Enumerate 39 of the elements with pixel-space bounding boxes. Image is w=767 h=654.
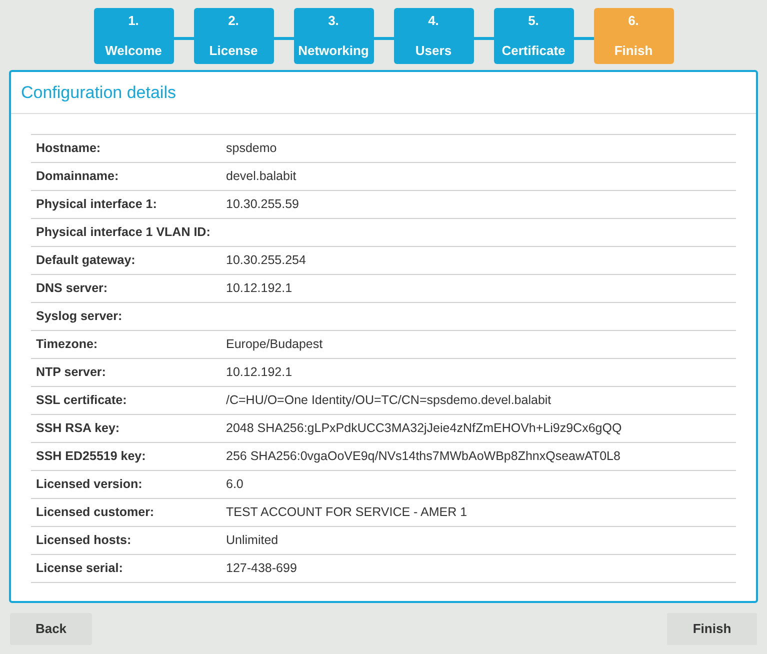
wizard-step[interactable]: 2. License — [194, 8, 274, 64]
field-value: 2048 SHA256:gLPxPdkUCC3MA32jJeie4zNfZmEHOVh+Li9z9Cx6gQQ — [226, 420, 622, 438]
field-label: SSH ED25519 key: — [35, 448, 147, 466]
field-label: Licensed customer: — [35, 504, 156, 522]
field-label: DNS server: — [35, 280, 109, 298]
wizard-step[interactable]: 1. Welcome — [94, 8, 174, 64]
field-label: NTP server: — [35, 364, 107, 382]
field-value: spsdemo — [226, 140, 277, 158]
field-value: 10.12.192.1 — [226, 364, 292, 382]
field-label: Licensed version: — [35, 476, 144, 494]
wizard-step[interactable]: 6. Finish — [594, 8, 674, 64]
field-value: 127-438-699 — [226, 560, 297, 578]
field-value: 6.0 — [226, 476, 244, 494]
field-label: Syslog server: — [35, 308, 124, 326]
back-button[interactable]: Back — [10, 613, 92, 645]
field-value: Europe/Budapest — [226, 336, 323, 354]
field-label: Licensed hosts: — [35, 532, 132, 550]
field-value: Unlimited — [226, 532, 278, 550]
panel-title: Configuration details — [21, 82, 176, 104]
field-label: SSH RSA key: — [35, 420, 121, 438]
field-label: Default gateway: — [35, 252, 136, 270]
field-value: /C=HU/O=One Identity/OU=TC/CN=spsdemo.devel.balabit — [226, 392, 552, 410]
field-value: 256 SHA256:0vgaOoVE9q/NVs14ths7MWbAoWBp8ZhnxQseawAT0L8 — [226, 448, 620, 466]
wizard-step[interactable]: 4. Users — [394, 8, 474, 64]
field-label: SSL certificate: — [35, 392, 128, 410]
field-value: 10.12.192.1 — [226, 280, 292, 298]
field-label: Physical interface 1: — [35, 196, 158, 214]
field-label: Domainname: — [35, 168, 120, 186]
field-value: 10.30.255.254 — [226, 252, 306, 270]
field-label: Hostname: — [35, 140, 102, 158]
wizard-step[interactable]: 5. Certificate — [494, 8, 574, 64]
field-label: License serial: — [35, 560, 124, 578]
field-label: Timezone: — [35, 336, 99, 354]
wizard-step[interactable]: 3. Networking — [294, 8, 374, 64]
finish-button[interactable]: Finish — [667, 613, 757, 645]
field-value: TEST ACCOUNT FOR SERVICE - AMER 1 — [226, 504, 468, 522]
field-value: devel.balabit — [226, 168, 296, 186]
field-label: Physical interface 1 VLAN ID: — [35, 224, 212, 242]
field-value: 10.30.255.59 — [226, 196, 299, 214]
